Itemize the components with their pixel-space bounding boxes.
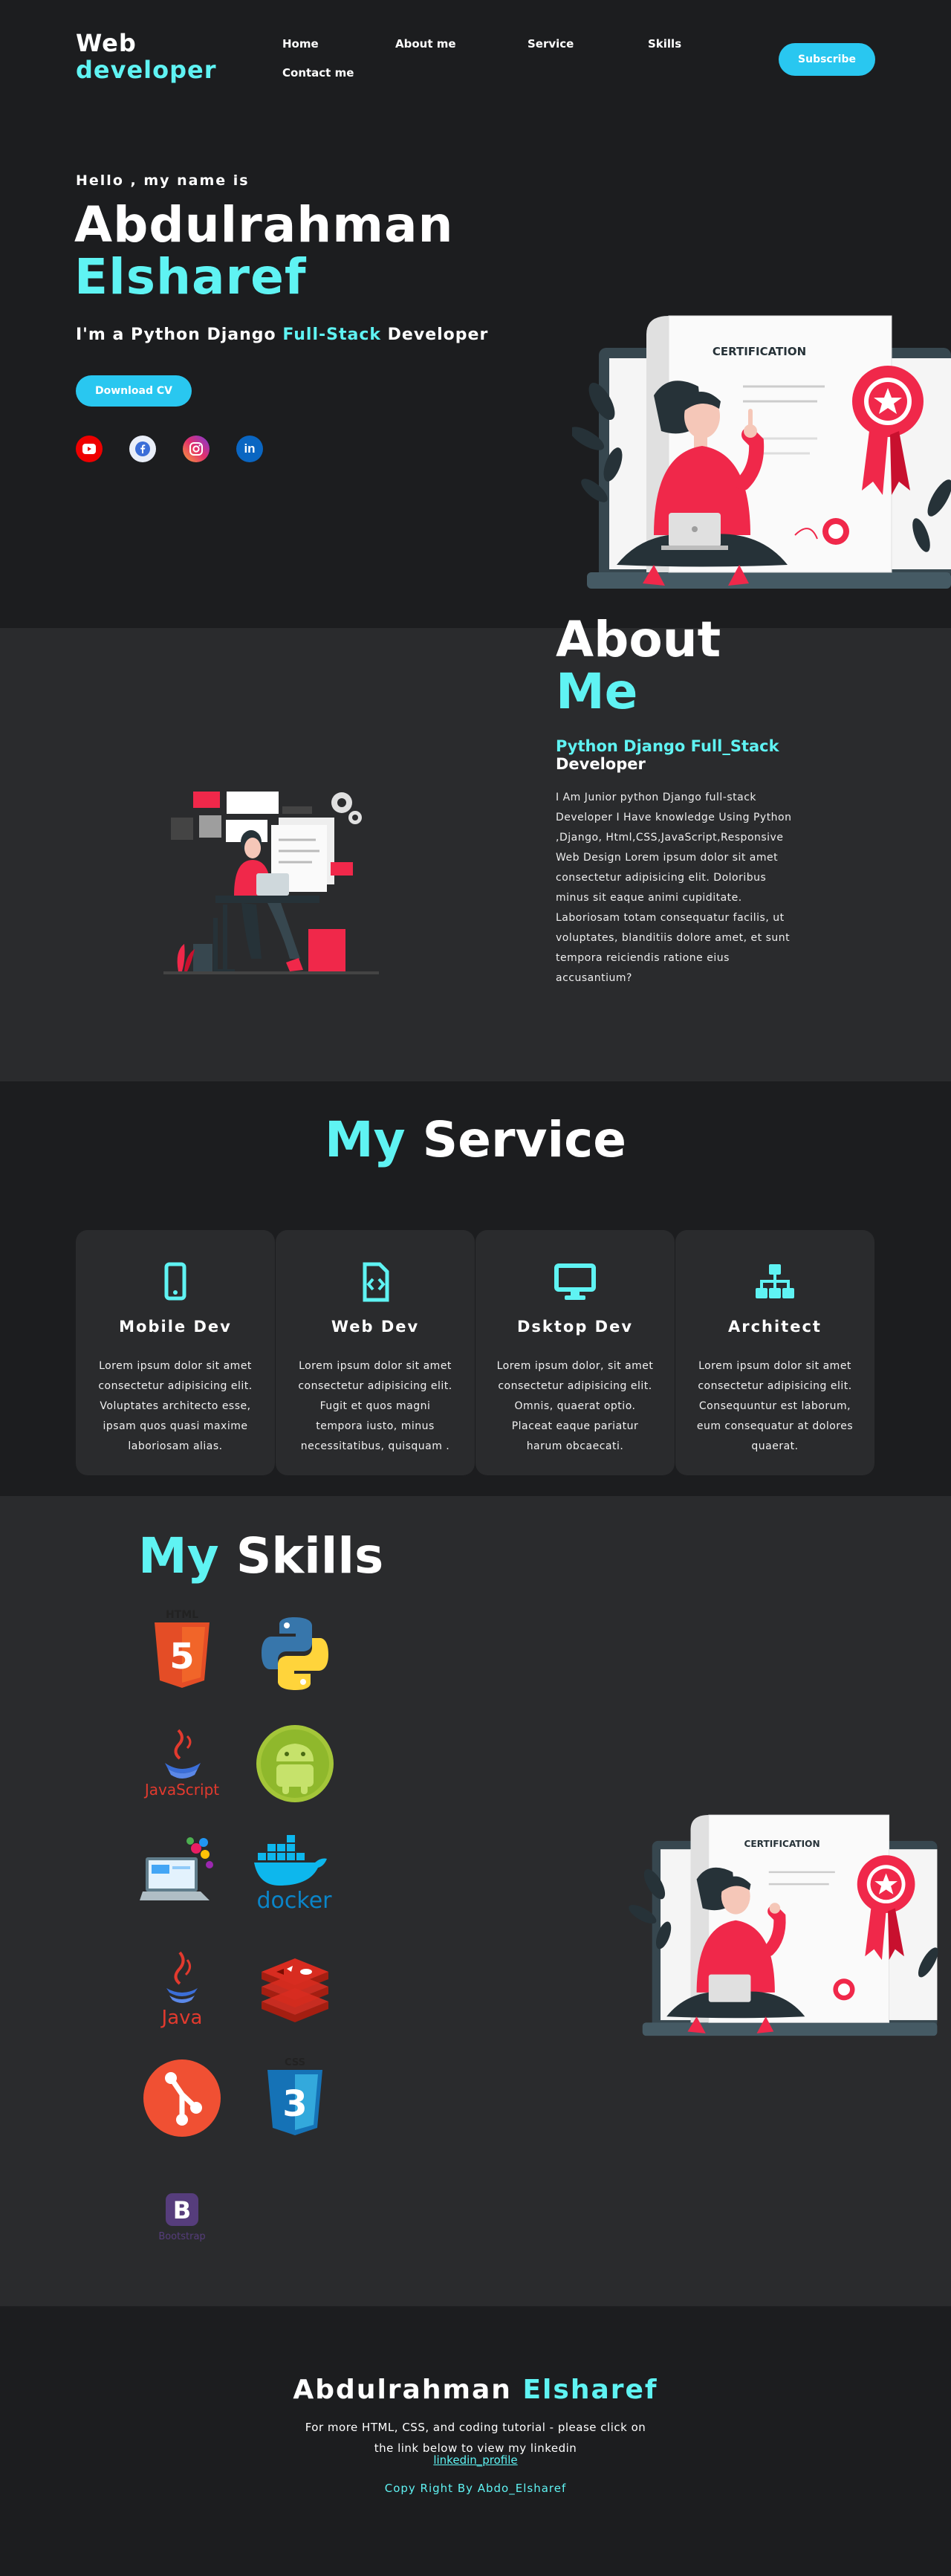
android-logo — [256, 1725, 334, 1802]
bootstrap-logo-text: Bootstrap — [158, 2231, 205, 2242]
footer-copyright: Copy Right By Abdo_Elsharef — [384, 2482, 567, 2495]
mobile-icon — [76, 1261, 275, 1303]
web-design-logo — [140, 1837, 213, 1900]
about-title-line1: About — [556, 611, 721, 668]
sitemap-icon — [675, 1261, 874, 1303]
about-title-line2: Me — [556, 663, 638, 720]
redis-logo — [262, 1958, 328, 2022]
code-file-icon — [276, 1261, 475, 1303]
logo-line1: Web — [76, 29, 137, 57]
service-card-architect: Architect Lorem ipsum dolor sit amet con… — [675, 1230, 874, 1475]
about-section: About Me Python Django Full_Stack Develo… — [0, 614, 951, 1081]
python-logo — [262, 1617, 328, 1690]
about-title: About Me — [556, 614, 721, 718]
role-highlight: Full-Stack — [282, 326, 382, 344]
bootstrap-logo: B Bootstrap — [158, 2193, 206, 2242]
hero-last-name: Elsharef — [74, 248, 307, 305]
service-card-title: Mobile Dev — [119, 1318, 232, 1336]
skills-title-rest: Skills — [236, 1527, 384, 1585]
html-logo-text: HTML — [166, 1609, 198, 1621]
logo-line2: developer — [76, 56, 217, 84]
about-subtitle-rest: Developer — [556, 755, 646, 773]
instagram-icon[interactable] — [183, 436, 210, 462]
about-subtitle-highlight: Python Django Full_Stack — [556, 737, 779, 755]
css3-logo: CSS 3 — [267, 2057, 322, 2135]
skills-section: My Skills HTML 5 JavaScript docker Java … — [0, 1496, 951, 2306]
download-cv-button[interactable]: Download CV — [76, 375, 192, 407]
footer-name: Abdulrahman Elsharef — [0, 2375, 951, 2405]
hero-section: Web developer Home About me Service Skil… — [0, 0, 951, 628]
developer-desk-illustration — [163, 792, 379, 974]
service-title-rest: Service — [422, 1111, 627, 1168]
linkedin-icon[interactable]: in — [236, 436, 263, 462]
nav-home[interactable]: Home — [282, 37, 319, 51]
footer-linkedin-link[interactable]: linkedin_profile — [0, 2453, 951, 2467]
about-text: I Am Junior python Django full-stack Dev… — [556, 792, 792, 984]
youtube-icon[interactable] — [76, 436, 103, 462]
service-card-web: Web Dev Lorem ipsum dolor sit amet conse… — [276, 1230, 475, 1475]
java-logo: Java — [160, 1951, 203, 2029]
hero-greeting: Hello , my name is — [76, 172, 250, 189]
footer-text: For more HTML, CSS, and coding tutorial … — [305, 2421, 646, 2455]
logo[interactable]: Web developer — [76, 30, 217, 83]
certification-illustration-small: CERTIFICATION — [629, 1814, 938, 2036]
skills-title-highlight: My — [138, 1527, 219, 1585]
service-card-text: Lorem ipsum dolor sit amet consectetur a… — [298, 1360, 452, 1452]
svg-text:B: B — [173, 2196, 191, 2224]
service-card-title: Dsktop Dev — [516, 1318, 634, 1336]
service-card-text: Lorem ipsum dolor sit amet consectetur a… — [98, 1360, 253, 1452]
hero-role: I'm a Python Django Full-Stack Developer — [76, 326, 488, 344]
role-prefix: I'm a Python Django — [76, 326, 283, 344]
subscribe-button[interactable]: Subscribe — [779, 43, 875, 76]
desktop-icon — [476, 1261, 675, 1303]
footer: Abdulrahman Elsharef For more HTML, CSS,… — [0, 2306, 951, 2576]
service-card-text: Lorem ipsum dolor sit amet consectetur a… — [696, 1360, 854, 1452]
certification-text: CERTIFICATION — [713, 345, 806, 358]
service-title-highlight: My — [324, 1111, 406, 1168]
footer-name-last: Elsharef — [522, 2375, 658, 2405]
docker-logo-text: docker — [257, 1888, 333, 1912]
java-logo-text: Java — [160, 2007, 203, 2029]
nav-about[interactable]: About me — [395, 37, 456, 51]
javascript-logo-text: JavaScript — [143, 1781, 219, 1799]
about-subtitle: Python Django Full_Stack Developer — [556, 737, 779, 773]
service-card-mobile: Mobile Dev Lorem ipsum dolor sit amet co… — [76, 1230, 275, 1475]
certification-text-small: CERTIFICATION — [744, 1839, 820, 1849]
svg-text:5: 5 — [169, 1636, 194, 1677]
hero-first-name: Abdulrahman — [74, 196, 454, 253]
skills-title: My Skills — [138, 1527, 383, 1585]
hero-name: Abdulrahman Elsharef — [74, 199, 454, 303]
footer-name-first: Abdulrahman — [293, 2375, 512, 2405]
service-card-title: Web Dev — [331, 1318, 420, 1336]
facebook-icon[interactable] — [129, 436, 156, 462]
nav-contact[interactable]: Contact me — [282, 66, 354, 80]
role-suffix: Developer — [381, 326, 489, 344]
html5-logo: HTML 5 — [155, 1609, 210, 1688]
svg-text:3: 3 — [282, 2083, 307, 2125]
docker-logo: docker — [254, 1835, 333, 1912]
service-title: My Service — [0, 1111, 951, 1168]
javascript-logo: JavaScript — [143, 1729, 219, 1799]
nav-skills[interactable]: Skills — [648, 37, 681, 51]
css-logo-text: CSS — [285, 2057, 305, 2068]
git-logo — [143, 2059, 221, 2137]
service-card-text: Lorem ipsum dolor, sit amet consectetur … — [496, 1360, 654, 1452]
service-card-desktop: Dsktop Dev Lorem ipsum dolor, sit amet c… — [476, 1230, 675, 1475]
service-card-title: Architect — [728, 1318, 822, 1336]
nav-service[interactable]: Service — [528, 37, 574, 51]
certification-illustration: CERTIFICATION — [572, 315, 951, 589]
